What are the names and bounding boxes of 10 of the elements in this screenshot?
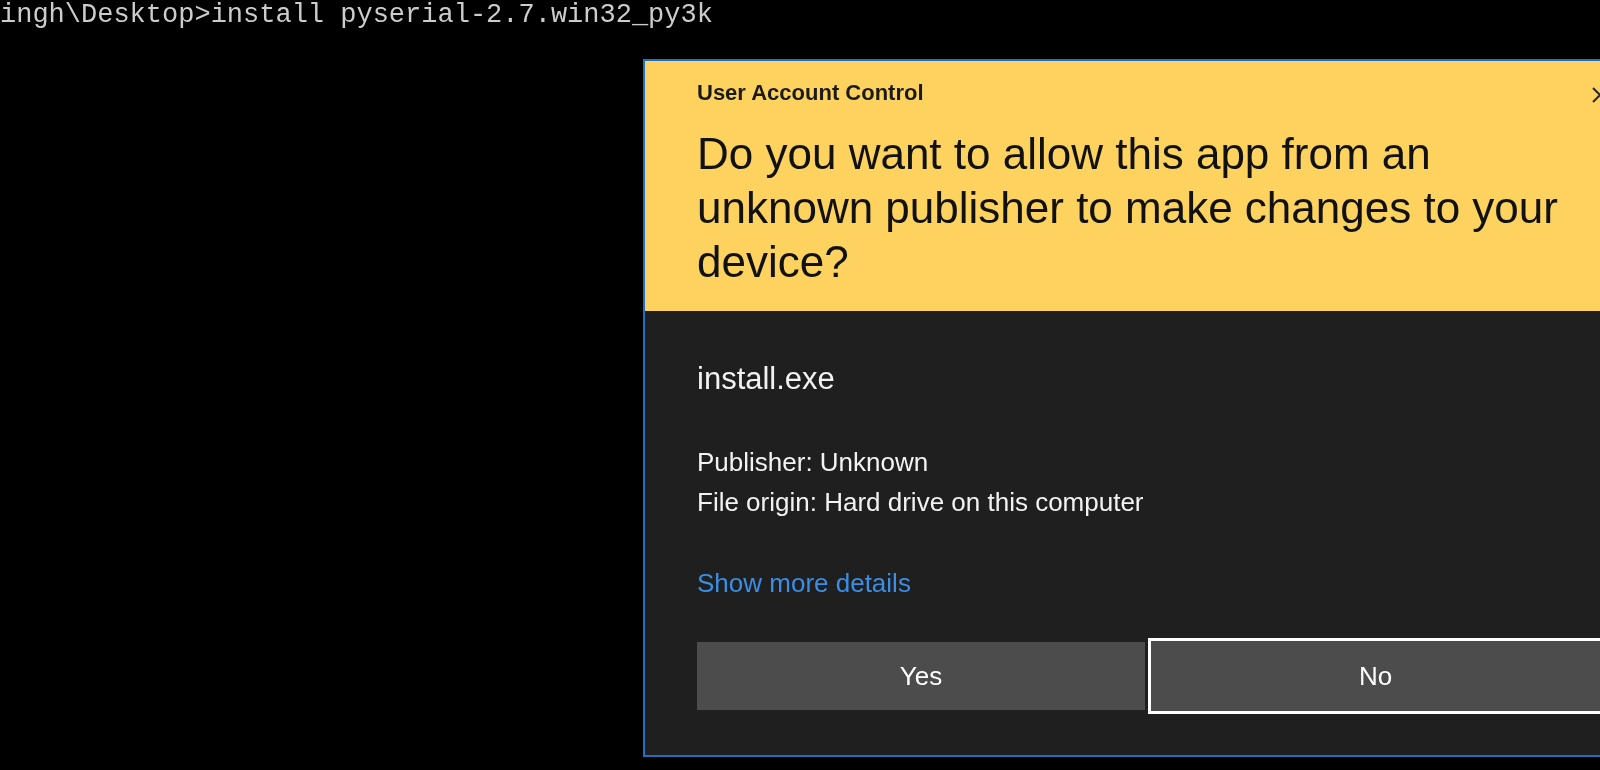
show-details-link[interactable]: Show more details (697, 563, 911, 603)
dialog-button[interactable]: Yes (697, 642, 1145, 710)
close-icon[interactable] (1592, 87, 1600, 103)
dialog-title: User Account Control (697, 79, 924, 107)
dialog-button[interactable]: No (1148, 638, 1600, 714)
detail-text: Publisher: Unknown (697, 446, 929, 479)
program-name: install.exe (697, 360, 835, 398)
detail-text: File origin: Hard drive on this computer (697, 486, 1144, 519)
dialog-question: Do you want to allow this app from an unknown publisher to make changes to your device? (697, 128, 1559, 288)
terminal-line: ingh\Desktop>install pyserial-2.7.win32_py3k (0, 0, 713, 29)
